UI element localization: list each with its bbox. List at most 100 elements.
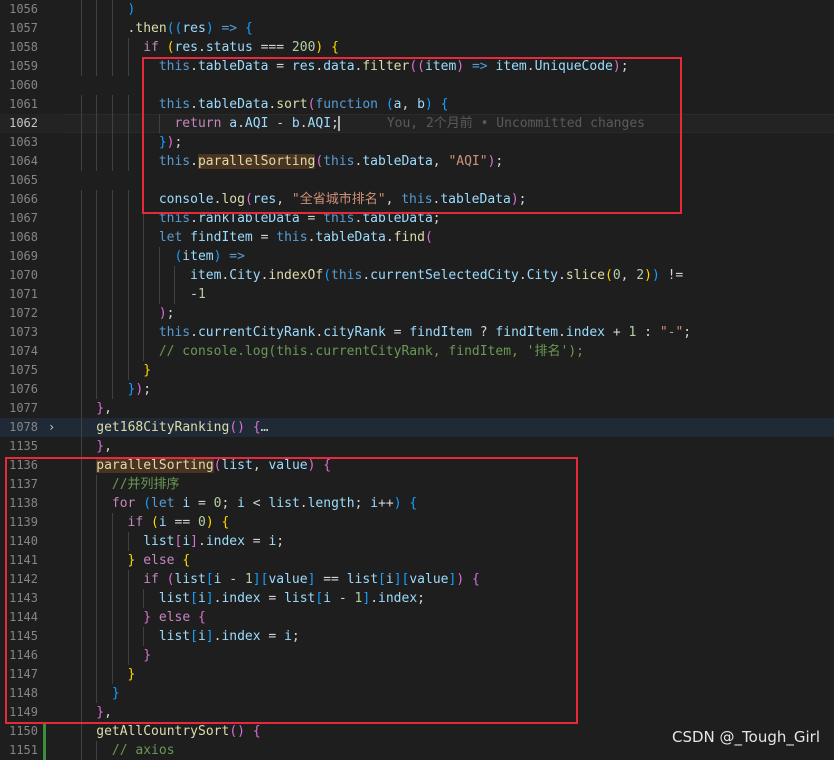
- code-token: currentCityRank: [197, 325, 316, 340]
- code-token: AQI: [307, 116, 332, 131]
- code-line[interactable]: 1077},: [0, 399, 834, 418]
- code-token: list: [268, 496, 300, 511]
- code-line[interactable]: 1145 list[i].index = i;: [0, 627, 834, 646]
- indent-guide: [174, 285, 176, 304]
- indent-guide: [111, 266, 113, 285]
- code-line[interactable]: 1138 for (let i = 0; i < list.length; i++…: [0, 494, 834, 513]
- code-line[interactable]: 1067 this.rankTableData = this.tableData;: [0, 209, 834, 228]
- line-number: 1068: [9, 230, 38, 244]
- code-token: i: [237, 496, 245, 511]
- code-token: a: [393, 97, 402, 112]
- code-line[interactable]: 1071 -1: [0, 285, 834, 304]
- code-line[interactable]: 1146}: [0, 646, 834, 665]
- indent-guide: [127, 342, 129, 361]
- indent-guide: [127, 152, 129, 171]
- indent-guide: [80, 323, 82, 342]
- code-line[interactable]: 1147}: [0, 665, 834, 684]
- code-line[interactable]: 1070 item.City.indexOf(this.currentSelect…: [0, 266, 834, 285]
- code-token: rankTableData: [197, 211, 300, 226]
- code-line[interactable]: 1075}: [0, 361, 834, 380]
- line-number: 1074: [9, 344, 38, 358]
- code-line[interactable]: 1066 console.log(res, "全省城市排名", this.tabl…: [0, 190, 834, 209]
- indent-guide: [111, 133, 113, 152]
- code-token: cityRank: [323, 325, 386, 340]
- code-line[interactable]: 1142 if (list[i - 1][value] == list[i][va…: [0, 570, 834, 589]
- code-line[interactable]: 1068 let findItem = this.tableData.find(: [0, 228, 834, 247]
- code-token: let: [151, 496, 175, 511]
- indent-guide: [96, 285, 98, 304]
- code-line[interactable]: 1073 this.currentCityRank.cityRank = find…: [0, 323, 834, 342]
- code-line[interactable]: 1060: [0, 76, 834, 95]
- code-token: list: [158, 591, 191, 606]
- code-line[interactable]: 1137 //并列排序: [0, 475, 834, 494]
- code-token: this: [158, 59, 191, 74]
- indent-guide: [96, 380, 98, 399]
- code-token: .: [190, 325, 198, 340]
- indent-guide: [80, 304, 82, 323]
- code-line[interactable]: 1064 this.parallelSorting(this.tableData,…: [0, 152, 834, 171]
- code-token: console: [158, 192, 214, 207]
- code-line[interactable]: 1072);: [0, 304, 834, 323]
- chevron-right-icon[interactable]: ›: [48, 418, 60, 437]
- code-line[interactable]: 1063});: [0, 133, 834, 152]
- indent-guide: [174, 266, 176, 285]
- indent-guide: [80, 114, 82, 133]
- line-number: 1067: [9, 211, 38, 225]
- code-line[interactable]: 1074 // console.log(this.currentCityRank,…: [0, 342, 834, 361]
- code-token: ((: [409, 59, 425, 74]
- indent-guide: [80, 532, 82, 551]
- code-line[interactable]: 1148}: [0, 684, 834, 703]
- code-token: ): [424, 97, 433, 112]
- code-token: ;: [432, 211, 441, 226]
- indent-guide: [127, 627, 129, 646]
- code-text: parallelSorting(list, value) {: [96, 456, 331, 475]
- code-token: .: [197, 534, 206, 549]
- code-token: City: [526, 268, 559, 283]
- line-number: 1140: [9, 534, 38, 548]
- code-token: list: [158, 629, 191, 644]
- code-line[interactable]: 1069 (item) =>: [0, 247, 834, 266]
- code-token: {: [409, 496, 418, 511]
- line-number: 1076: [9, 382, 38, 396]
- code-line[interactable]: 1058 if (res.status === 200) {: [0, 38, 834, 57]
- line-number: 1141: [9, 553, 38, 567]
- code-token: if: [143, 572, 159, 587]
- code-line[interactable]: 1062 return a.AQI - b.AQI; You, 2个月前 • Un…: [0, 114, 834, 133]
- indent-guide: [96, 0, 98, 19]
- code-line[interactable]: 1139 if (i == 0) {: [0, 513, 834, 532]
- code-line[interactable]: 1149},: [0, 703, 834, 722]
- code-line[interactable]: 1078 › get168CityRanking() {…: [0, 418, 834, 437]
- line-number: 1061: [9, 97, 38, 111]
- indent-guide: [143, 285, 145, 304]
- code-token: {: [252, 420, 261, 435]
- indent-guide: [111, 304, 113, 323]
- code-line[interactable]: 1065: [0, 171, 834, 190]
- code-token: {: [252, 724, 261, 739]
- code-line[interactable]: 1141} else {: [0, 551, 834, 570]
- line-number: 1144: [9, 610, 38, 624]
- code-token: =>: [464, 59, 488, 74]
- indent-guide: [111, 95, 113, 114]
- code-token: res: [252, 192, 277, 207]
- code-line[interactable]: 1136 parallelSorting(list, value) {: [0, 456, 834, 475]
- code-token: }: [158, 135, 167, 150]
- code-line[interactable]: 1059 this.tableData = res.data.filter((it…: [0, 57, 834, 76]
- code-text: this.tableData.sort(function (a, b) {: [159, 95, 449, 114]
- indent-guide: [158, 266, 160, 285]
- code-line[interactable]: 1076});: [0, 380, 834, 399]
- indent-guide: [111, 247, 113, 266]
- code-line[interactable]: 1140 list[i].index = i;: [0, 532, 834, 551]
- code-line[interactable]: 1061 this.tableData.sort(function (a, b) …: [0, 95, 834, 114]
- code-token: =: [244, 534, 269, 549]
- code-line[interactable]: 1135},: [0, 437, 834, 456]
- code-token: value: [268, 572, 308, 587]
- code-token: list: [143, 534, 175, 549]
- code-line[interactable]: 1057 .then((res) => {: [0, 19, 834, 38]
- code-line[interactable]: 1143 list[i].index = list[i - 1].index;: [0, 589, 834, 608]
- code-token: index: [378, 591, 418, 606]
- code-line[interactable]: 1144} else {: [0, 608, 834, 627]
- code-line[interactable]: 1056): [0, 0, 834, 19]
- code-editor[interactable]: 1056) 1057 .then((res) => {1058 if (res.sta…: [0, 0, 834, 760]
